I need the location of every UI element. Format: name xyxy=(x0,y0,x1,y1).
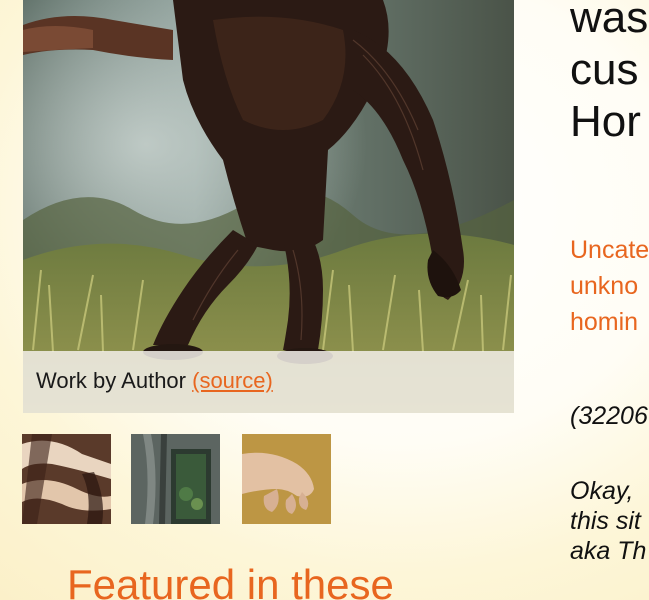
title-line: cus xyxy=(570,45,639,94)
painting-thumbnail-hand xyxy=(242,434,331,524)
description-line: this sit xyxy=(570,507,641,535)
title-line: was xyxy=(570,0,649,42)
category-line[interactable]: unkno xyxy=(570,268,649,304)
thumbnail-2[interactable] xyxy=(131,434,220,524)
featured-heading: Featured in these xyxy=(67,561,394,600)
painting-thumbnail-striped xyxy=(22,434,111,524)
title-line: Hor xyxy=(570,97,641,146)
page: Work by Author (source) Featured in thes… xyxy=(0,0,649,600)
category-line[interactable]: homin xyxy=(570,304,649,340)
main-artwork-image[interactable]: Work by Author (source) xyxy=(23,0,514,413)
description-line: Okay, xyxy=(570,477,634,505)
category-line[interactable]: Uncate xyxy=(570,232,649,268)
caption-author-label: Work by Author xyxy=(36,368,186,393)
thumbnail-3[interactable] xyxy=(242,434,331,524)
category-link[interactable]: Uncate unkno homin xyxy=(570,232,649,340)
thumbnail-1[interactable] xyxy=(22,434,111,524)
painting-thumbnail-window xyxy=(131,434,220,524)
artwork-description: Okay, this sit aka Th xyxy=(570,474,647,565)
artwork-id: (32206 xyxy=(570,402,648,430)
source-link[interactable]: (source) xyxy=(192,368,273,393)
image-caption: Work by Author (source) xyxy=(36,368,273,394)
artwork-title: was cus Hor xyxy=(570,0,648,148)
description-line: aka Th xyxy=(570,537,647,565)
